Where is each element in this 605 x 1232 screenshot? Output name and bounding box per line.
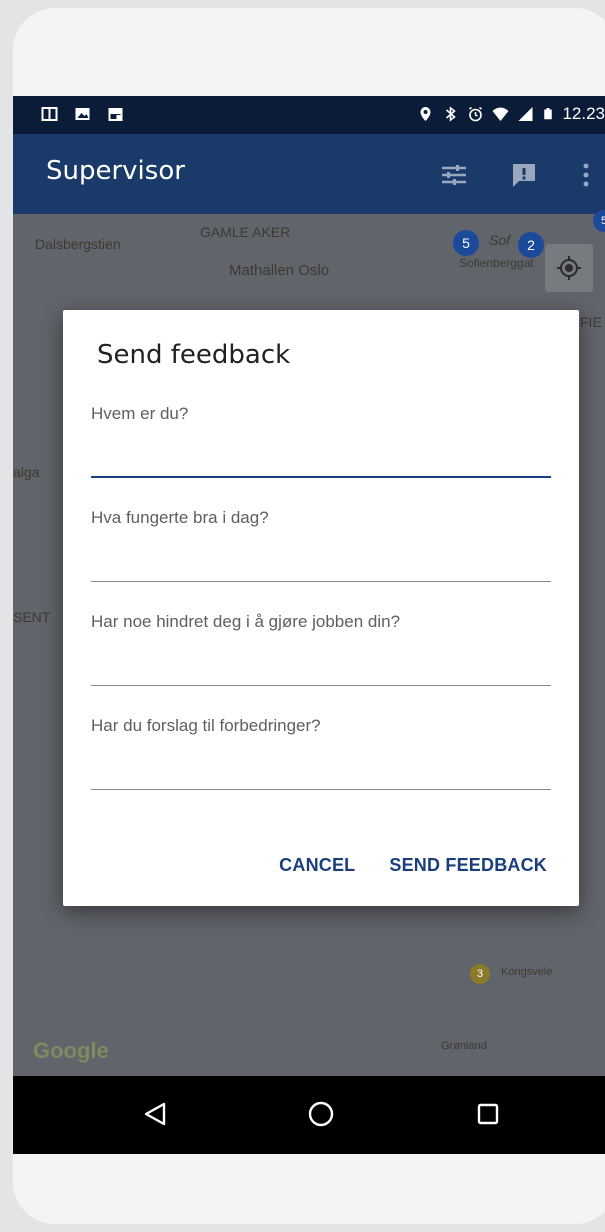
map-label: Kongsvele: [501, 966, 553, 978]
status-time: 12.23: [562, 104, 605, 123]
feedback-field-suggestions: Har du forslag til forbedringer?: [91, 716, 551, 806]
dialog-title: Send feedback: [97, 340, 291, 370]
field-label: Har noe hindret deg i å gjøre jobben din…: [91, 612, 401, 631]
my-location-icon: [557, 256, 581, 280]
field-label: Hvem er du?: [91, 404, 189, 423]
status-right-icons: 12.23: [417, 104, 605, 124]
battery-icon: [544, 108, 553, 120]
more-vert-icon[interactable]: [569, 158, 603, 192]
who-are-you-input[interactable]: [91, 434, 551, 478]
status-left-icons: [41, 106, 124, 122]
feedback-field-obstacles: Har noe hindret deg i å gjøre jobben din…: [91, 612, 551, 702]
dialog-actions: CANCEL SEND FEEDBACK: [279, 855, 547, 876]
back-nav-button[interactable]: [135, 1094, 175, 1134]
store-icon: [108, 108, 123, 121]
map-label: alga: [13, 464, 40, 480]
phone-screen: 12.23 Supervisor Dalsbergstien GAMLE AKE…: [13, 96, 605, 1154]
home-circle-icon: [308, 1101, 334, 1127]
map-cluster-marker[interactable]: 5: [593, 210, 605, 232]
field-label: Hva fungerte bra i dag?: [91, 508, 269, 527]
google-logo: Google: [33, 1038, 109, 1063]
bluetooth-icon: [446, 106, 457, 122]
map-label: SENT: [13, 609, 51, 625]
send-feedback-button[interactable]: SEND FEEDBACK: [389, 855, 547, 876]
map-label: GAMLE AKER: [200, 224, 291, 240]
status-bar: 12.23: [13, 96, 605, 134]
map-label: Dalsbergstien: [35, 236, 121, 252]
feedback-icon[interactable]: [507, 158, 541, 192]
feedback-dialog: Send feedback Hvem er du? Hva fungerte b…: [63, 310, 579, 906]
map-label: Sof: [489, 232, 511, 248]
image-icon: [75, 108, 90, 120]
map-label: Mathallen Oslo: [229, 262, 330, 279]
location-pin-icon: [420, 107, 431, 121]
map-label: Grønland: [441, 1040, 487, 1052]
home-nav-button[interactable]: [301, 1094, 341, 1134]
recents-nav-button[interactable]: [468, 1094, 508, 1134]
feedback-field-who: Hvem er du?: [91, 404, 551, 494]
map-label: FIE: [580, 314, 602, 330]
notification-tile-icon: [41, 107, 58, 121]
map-cluster-marker[interactable]: 2: [518, 232, 544, 258]
my-location-button[interactable]: [545, 244, 593, 292]
suggestions-input[interactable]: [91, 746, 551, 790]
map-cluster-marker[interactable]: 3: [470, 964, 490, 984]
navigation-bar: [13, 1076, 605, 1154]
cancel-button[interactable]: CANCEL: [279, 855, 355, 876]
signal-icon: [518, 107, 533, 121]
what-went-well-input[interactable]: [91, 538, 551, 582]
filter-sliders-icon[interactable]: [437, 158, 471, 192]
back-triangle-icon: [144, 1102, 166, 1126]
app-bar: Supervisor: [13, 134, 605, 214]
field-label: Har du forslag til forbedringer?: [91, 716, 321, 735]
alarm-icon: [469, 106, 483, 122]
recents-square-icon: [477, 1103, 499, 1125]
feedback-field-went-well: Hva fungerte bra i dag?: [91, 508, 551, 598]
map-cluster-marker[interactable]: 5: [453, 230, 479, 256]
obstacles-input[interactable]: [91, 642, 551, 686]
map-label: Sofienberggat: [459, 256, 534, 270]
app-title: Supervisor: [46, 156, 185, 186]
wifi-icon: [492, 107, 509, 121]
